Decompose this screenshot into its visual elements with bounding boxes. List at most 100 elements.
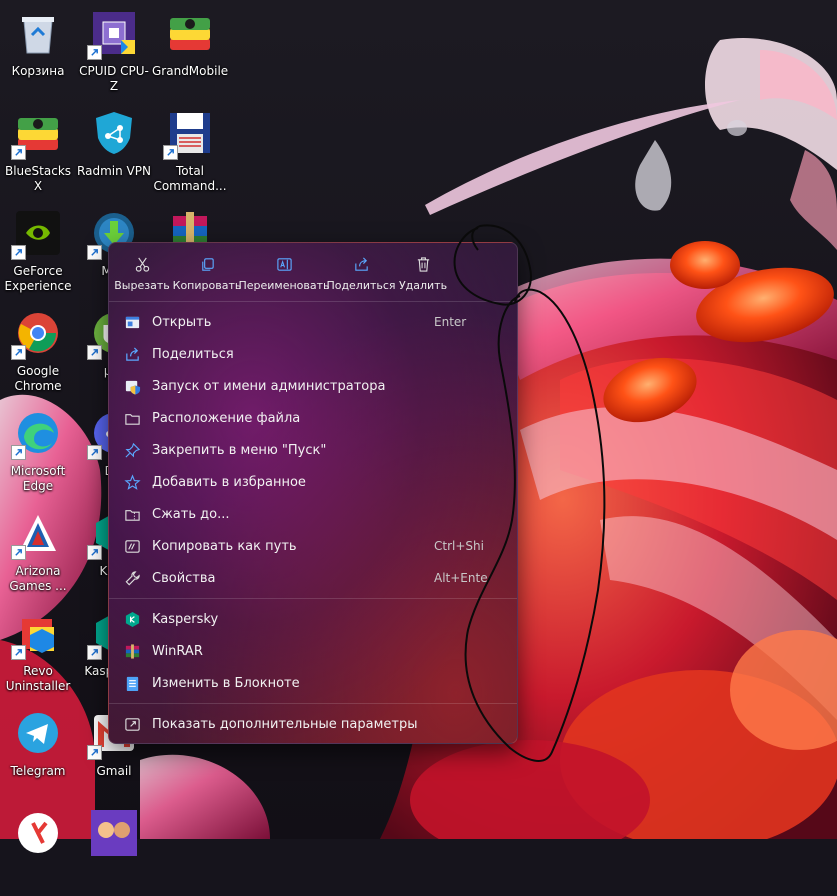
cut-button[interactable]: Вырезать	[109, 243, 175, 301]
delete-button-label: Удалить	[398, 279, 448, 292]
copy-button-label: Копировать	[172, 279, 242, 292]
desktop-icon-radmin[interactable]: Radmin VPN	[76, 100, 152, 196]
desktop-icon-arizona[interactable]: Arizona Games ...	[0, 500, 76, 596]
grandmobile-icon	[165, 8, 215, 58]
menu-item-label: Запуск от имени администратора	[152, 378, 386, 394]
share-button[interactable]: Поделиться	[326, 243, 396, 301]
rename-button[interactable]: Переименовать	[238, 243, 330, 301]
desktop-icon-total-commander[interactable]: Total Command...	[152, 100, 228, 196]
arizona-games-icon	[11, 508, 63, 560]
menu-divider	[109, 598, 517, 599]
menu-item-label: Расположение файла	[152, 410, 301, 426]
shortcut-arrow-icon	[87, 645, 102, 660]
share-button-label: Поделиться	[326, 279, 396, 292]
context-menu-action-bar: Вырезать Копировать Переименовать Подели…	[109, 243, 517, 301]
menu-item-run-as-admin[interactable]: Запуск от имени администратора	[109, 370, 517, 402]
desktop-icon-chrome[interactable]: Google Chrome	[0, 300, 76, 396]
cpuz-icon	[87, 8, 139, 60]
chrome-icon	[11, 308, 63, 360]
copy-icon	[201, 258, 214, 271]
desktop-icon-game[interactable]	[76, 800, 152, 896]
menu-item-label: Показать дополнительные параметры	[152, 716, 418, 732]
rename-button-label: Переименовать	[238, 279, 330, 292]
menu-item-add-favorites[interactable]: Добавить в избранное	[109, 466, 517, 498]
desktop-icon-label: Arizona Games ...	[9, 564, 67, 593]
desktop-icon-label: Telegram	[10, 764, 66, 778]
floppy-disk-icon	[163, 108, 215, 160]
star-icon	[123, 473, 141, 491]
context-menu: Вырезать Копировать Переименовать Подели…	[108, 242, 518, 744]
desktop-icon-label: Корзина	[11, 64, 65, 78]
shortcut-arrow-icon	[87, 345, 102, 360]
shortcut-arrow-icon	[11, 245, 26, 260]
menu-item-share[interactable]: Поделиться	[109, 338, 517, 370]
game-cover-icon	[89, 808, 139, 858]
shortcut-arrow-icon	[11, 545, 26, 560]
delete-button[interactable]: Удалить	[393, 243, 453, 301]
admin-shield-icon	[123, 377, 141, 395]
shortcut-arrow-icon	[87, 745, 102, 760]
desktop-icon-label: CPUID CPU-Z	[79, 64, 149, 93]
desktop-icon-label: GeForce Experience	[4, 264, 72, 293]
menu-item-label: Изменить в Блокноте	[152, 675, 300, 691]
open-app-icon	[123, 313, 141, 331]
folder-icon	[123, 409, 141, 427]
desktop-icon-geforce[interactable]: GeForce Experience	[0, 200, 76, 296]
copy-button[interactable]: Копировать	[172, 243, 242, 301]
shortcut-arrow-icon	[11, 345, 26, 360]
desktop-icon-revo[interactable]: Revo Uninstaller	[0, 600, 76, 696]
desktop-icon-label: Radmin VPN	[77, 164, 151, 178]
menu-item-label: Сжать до...	[152, 506, 230, 522]
desktop-icon-edge[interactable]: Microsoft Edge	[0, 400, 76, 496]
desktop-icon-grandmobile[interactable]: GrandMobile	[152, 0, 228, 96]
desktop-icon-label: Revo Uninstaller	[5, 664, 71, 693]
rename-icon	[276, 258, 292, 271]
shortcut-arrow-icon	[11, 645, 26, 660]
menu-item-pin-start[interactable]: Закрепить в меню "Пуск"	[109, 434, 517, 466]
desktop-icon-yandex[interactable]	[0, 800, 76, 896]
menu-item-label: Поделиться	[152, 346, 234, 362]
revo-uninstaller-icon	[11, 608, 63, 660]
nvidia-icon	[11, 208, 63, 260]
menu-item-shortcut: Ctrl+Shi	[434, 539, 484, 553]
edge-icon	[11, 408, 63, 460]
desktop-icon-label: Total Command...	[153, 164, 227, 193]
menu-item-shortcut: Alt+Ente	[434, 571, 488, 585]
pin-icon	[123, 441, 141, 459]
menu-item-properties[interactable]: Свойства Alt+Ente	[109, 562, 517, 594]
menu-item-label: Добавить в избранное	[152, 474, 306, 490]
desktop-icon-label: BlueStacks X	[4, 164, 72, 193]
menu-item-copy-as-path[interactable]: Копировать как путь Ctrl+Shi	[109, 530, 517, 562]
desktop-icon-label: GrandMobile	[152, 64, 229, 78]
share-icon	[354, 257, 368, 271]
desktop-icon-telegram[interactable]: Telegram	[0, 700, 76, 796]
menu-divider	[109, 703, 517, 704]
menu-item-open[interactable]: Открыть Enter	[109, 306, 517, 338]
menu-item-kaspersky[interactable]: Kaspersky	[109, 603, 517, 635]
desktop-icon-recycle-bin[interactable]: Корзина	[0, 0, 76, 96]
copy-path-icon	[123, 537, 141, 555]
menu-item-compress[interactable]: Сжать до...	[109, 498, 517, 530]
shortcut-arrow-icon	[163, 145, 178, 160]
menu-item-label: WinRAR	[152, 643, 203, 659]
scissors-icon	[135, 257, 149, 272]
menu-item-file-location[interactable]: Расположение файла	[109, 402, 517, 434]
recycle-bin-icon	[13, 8, 63, 58]
desktop-icon-label: Google Chrome	[14, 364, 62, 393]
shortcut-arrow-icon	[87, 445, 102, 460]
desktop-icon-bluestacks[interactable]: BlueStacks X	[0, 100, 76, 196]
menu-item-shortcut: Enter	[434, 315, 467, 329]
menu-item-edit-notepad[interactable]: Изменить в Блокноте	[109, 667, 517, 699]
yandex-browser-icon	[13, 808, 63, 858]
menu-item-show-more-options[interactable]: Показать дополнительные параметры	[109, 708, 517, 740]
shortcut-arrow-icon	[87, 45, 102, 60]
bluestacks-icon	[11, 108, 63, 160]
zip-icon	[123, 505, 141, 523]
trash-icon	[417, 257, 429, 272]
telegram-icon	[13, 708, 63, 758]
menu-item-label: Закрепить в меню "Пуск"	[152, 442, 327, 458]
menu-item-winrar[interactable]: WinRAR	[109, 635, 517, 667]
kaspersky-icon	[123, 610, 141, 628]
radmin-vpn-icon	[89, 108, 139, 158]
desktop-icon-cpuz[interactable]: CPUID CPU-Z	[76, 0, 152, 96]
